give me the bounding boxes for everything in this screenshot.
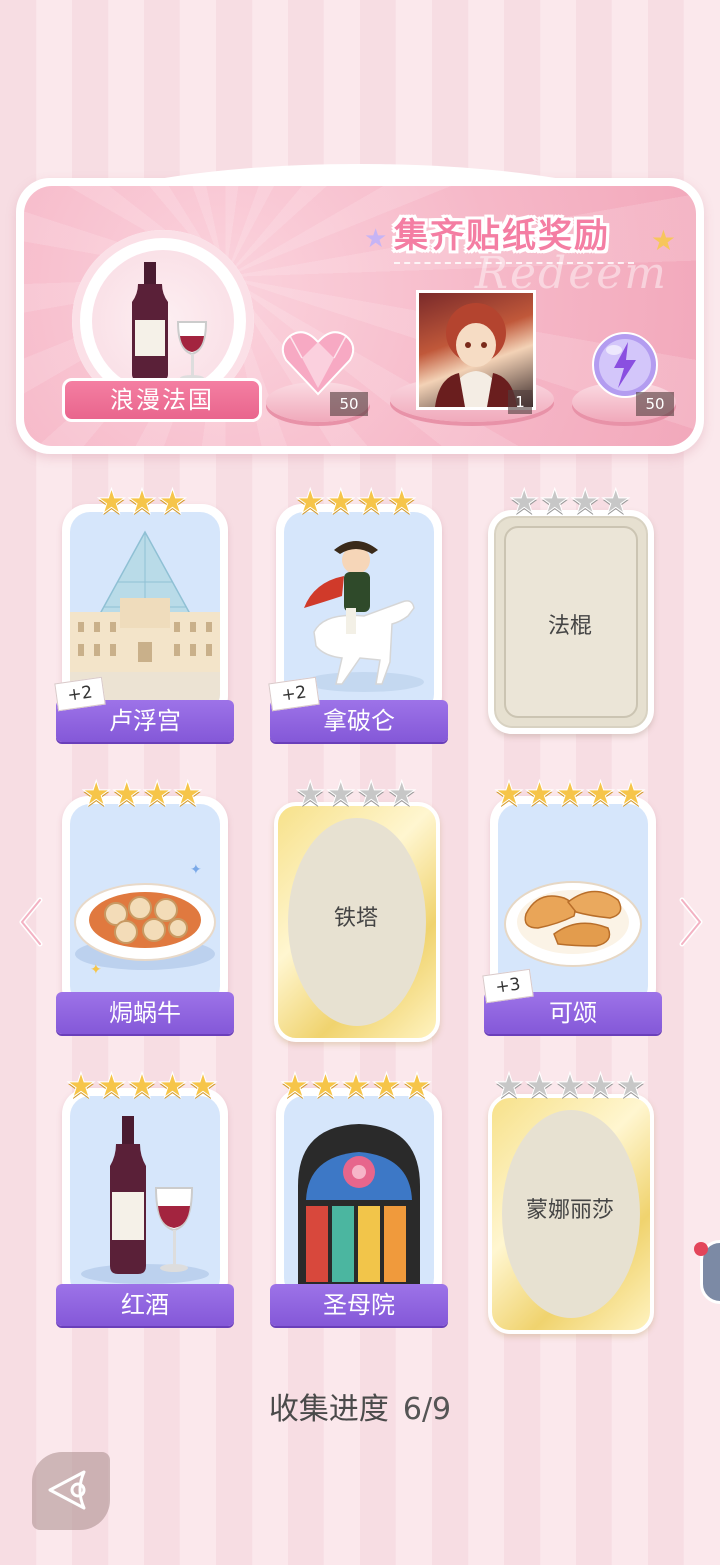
rose-window-icon xyxy=(298,1124,420,1286)
card-art xyxy=(70,1096,220,1298)
card-name-ribbon: 圣母院 xyxy=(270,1284,448,1326)
star-rating: ★★★★★ xyxy=(493,774,647,814)
theme-label: 浪漫法国 xyxy=(62,378,262,422)
reward-panel: Redeem ★ 集齐贴纸奖励 ★ 浪漫法国 50 1 50 xyxy=(16,164,704,454)
star-rating: ★★★★★ xyxy=(65,1066,219,1106)
gold-star-icon: ★ xyxy=(650,224,676,257)
purple-star-icon: ★ xyxy=(364,224,388,254)
reward-count-portrait: 1 xyxy=(508,390,532,414)
star-rating: ★★★★ xyxy=(509,482,632,522)
star-rating: ★★★ xyxy=(96,482,188,522)
card-frame xyxy=(62,1088,228,1306)
svg-text:✦: ✦ xyxy=(190,862,202,878)
card-name-ribbon: 焗蜗牛 xyxy=(56,992,234,1034)
locked-card-name: 铁塔 xyxy=(333,906,378,931)
sticker-card-napoleon[interactable]: ★★★★ 拿破仑 +2 xyxy=(268,482,448,742)
card-frame xyxy=(276,1088,442,1306)
reward-count-orb: 50 xyxy=(636,392,674,416)
back-arrow-icon xyxy=(48,1470,86,1510)
card-frame: ✦ ✦ xyxy=(62,796,228,1014)
notification-dot xyxy=(694,1242,708,1256)
chevron-right-icon[interactable] xyxy=(676,896,706,948)
collection-progress: 收集进度 6/9 xyxy=(0,1384,720,1428)
red-wine-icon xyxy=(81,1116,209,1284)
star-rating: ★★★★ xyxy=(295,482,418,522)
star-rating: ★★★★ xyxy=(81,774,204,814)
star-rating: ★★★★ xyxy=(295,774,418,814)
dashed-divider xyxy=(394,262,634,264)
chevron-left-icon[interactable] xyxy=(16,896,46,948)
sticker-card-louvre[interactable]: ★★★ 卢浮宫 +2 xyxy=(54,482,234,742)
theme-circle-inner xyxy=(92,250,234,392)
card-art xyxy=(284,1096,434,1298)
pink-heart-gem-icon[interactable] xyxy=(280,328,356,398)
card-name-ribbon: 红酒 xyxy=(56,1284,234,1326)
sticker-card-croissant[interactable]: ★★★★★ 可颂 +3 xyxy=(482,774,662,1034)
locked-card-name: 法棍 xyxy=(547,614,592,639)
reward-count-heart: 50 xyxy=(330,392,368,416)
sticker-card-notre-dame[interactable]: ★★★★★ 圣母院 xyxy=(270,1066,448,1326)
theme-badge[interactable]: 浪漫法国 xyxy=(62,230,262,422)
sticker-card-escargot[interactable]: ✦ ✦ ★★★★ 焗蜗牛 xyxy=(56,774,234,1034)
progress-value: 6/9 xyxy=(402,1392,452,1427)
reward-title: 集齐贴纸奖励 xyxy=(394,216,610,256)
reward-title-wrap: ★ 集齐贴纸奖励 ★ xyxy=(364,206,676,264)
wine-bottle-icon xyxy=(132,262,208,381)
back-button[interactable] xyxy=(32,1452,110,1530)
star-rating: ★★★★★ xyxy=(493,1066,647,1106)
card-art: ✦ ✦ xyxy=(70,804,220,1006)
star-rating: ★★★★★ xyxy=(279,1066,433,1106)
locked-card-name: 蒙娜丽莎 xyxy=(525,1198,614,1223)
escargot-dish-icon: ✦ ✦ xyxy=(74,862,216,978)
sticker-card-red-wine[interactable]: ★★★★★ 红酒 xyxy=(56,1066,234,1326)
sticker-card-tower-locked[interactable]: ★★★★ 铁塔 xyxy=(270,774,442,1042)
sticker-card-mona-lisa-locked[interactable]: ★★★★★ 蒙娜丽莎 xyxy=(484,1066,656,1334)
svg-text:✦: ✦ xyxy=(90,962,102,978)
progress-label: 收集进度 xyxy=(268,1392,389,1427)
purple-energy-orb-icon[interactable] xyxy=(590,330,660,400)
reward-panel-background: Redeem ★ 集齐贴纸奖励 ★ 浪漫法国 50 1 50 xyxy=(24,186,696,446)
sticker-card-baguette-locked[interactable]: ★★★★ 法棍 xyxy=(484,482,656,734)
